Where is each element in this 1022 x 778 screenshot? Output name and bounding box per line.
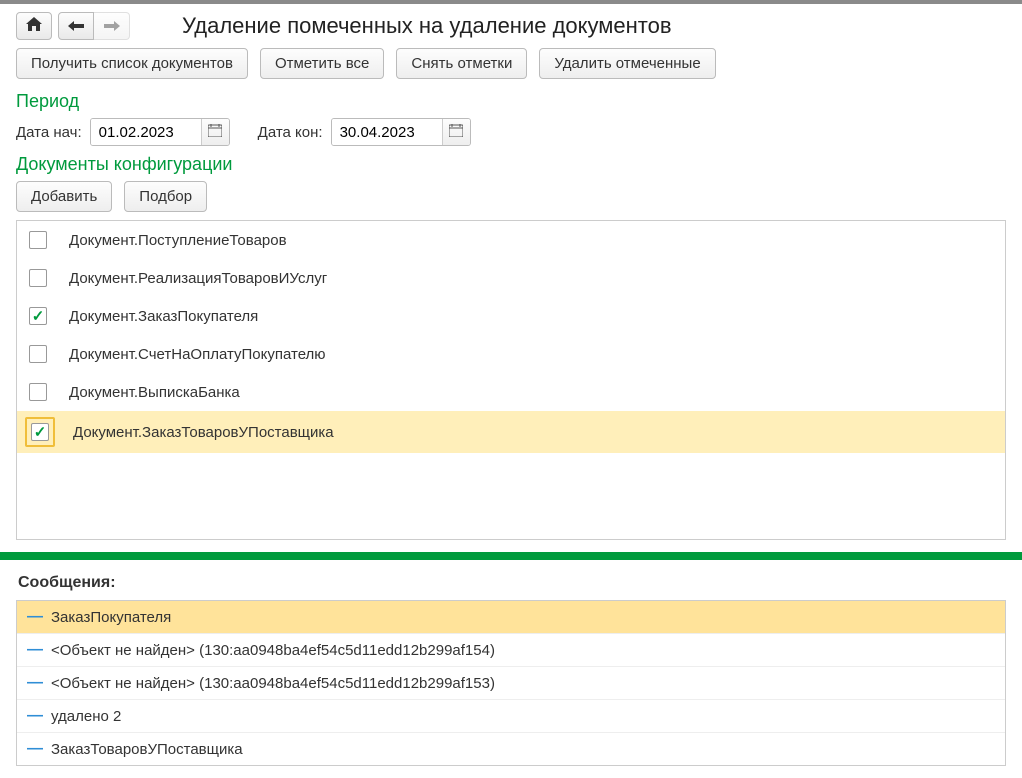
document-label: Документ.СчетНаОплатуПокупателю: [69, 346, 326, 363]
dash-icon: —: [27, 707, 41, 725]
documents-list[interactable]: Документ.ПоступлениеТоваров Документ.Реал…: [16, 220, 1006, 540]
document-label: Документ.ПоступлениеТоваров: [69, 232, 287, 249]
document-row[interactable]: Документ.РеализацияТоваровИУслуг: [17, 259, 1005, 297]
pick-button[interactable]: Подбор: [124, 181, 207, 212]
document-checkbox[interactable]: [29, 307, 47, 325]
message-text: ЗаказТоваровУПоставщика: [51, 741, 243, 758]
checkbox-wrap[interactable]: [25, 417, 55, 447]
home-button[interactable]: [16, 12, 52, 40]
messages-title: Сообщения:: [0, 560, 1022, 600]
period-section-title: Период: [0, 87, 1022, 114]
get-documents-button[interactable]: Получить список документов: [16, 48, 248, 79]
checkbox-wrap[interactable]: [25, 303, 51, 329]
message-row[interactable]: — <Объект не найден> (130:aa0948ba4ef54c5…: [17, 666, 1005, 699]
date-end-picker[interactable]: [442, 119, 470, 145]
date-start-wrap: [90, 118, 230, 146]
panel-divider: [0, 552, 1022, 560]
date-start-picker[interactable]: [201, 119, 229, 145]
delete-marked-button[interactable]: Удалить отмеченные: [539, 48, 715, 79]
date-start-input[interactable]: [91, 119, 201, 145]
mark-all-button[interactable]: Отметить все: [260, 48, 384, 79]
checkbox-wrap[interactable]: [25, 227, 51, 253]
calendar-icon: [208, 124, 222, 140]
arrow-right-icon: [104, 18, 120, 35]
document-checkbox[interactable]: [31, 423, 49, 441]
checkbox-wrap[interactable]: [25, 265, 51, 291]
document-checkbox[interactable]: [29, 383, 47, 401]
home-icon: [26, 17, 42, 35]
arrow-left-icon: [68, 18, 84, 35]
document-row[interactable]: Документ.ВыпискаБанка: [17, 373, 1005, 411]
checkbox-wrap[interactable]: [25, 379, 51, 405]
doc-buttons: Добавить Подбор: [0, 177, 1022, 220]
main-toolbar: Получить список документов Отметить все …: [0, 44, 1022, 87]
message-text: <Объект не найден> (130:aa0948ba4ef54c5d…: [51, 675, 495, 692]
document-row[interactable]: Документ.ЗаказПокупателя: [17, 297, 1005, 335]
checkbox-wrap[interactable]: [25, 341, 51, 367]
document-row[interactable]: Документ.СчетНаОплатуПокупателю: [17, 335, 1005, 373]
document-row[interactable]: Документ.ЗаказТоваровУПоставщика: [17, 411, 1005, 453]
date-start-label: Дата нач:: [16, 124, 82, 141]
message-text: удалено 2: [51, 708, 121, 725]
message-row[interactable]: — <Объект не найден> (130:aa0948ba4ef54c5…: [17, 633, 1005, 666]
document-label: Документ.ЗаказТоваровУПоставщика: [73, 424, 334, 441]
back-button[interactable]: [58, 12, 94, 40]
message-text: ЗаказПокупателя: [51, 609, 171, 626]
message-row[interactable]: — удалено 2: [17, 699, 1005, 732]
dash-icon: —: [27, 740, 41, 758]
date-end-label: Дата кон:: [258, 124, 323, 141]
document-checkbox[interactable]: [29, 345, 47, 363]
dash-icon: —: [27, 608, 41, 626]
period-row: Дата нач: Дата кон:: [0, 114, 1022, 150]
document-label: Документ.ВыпискаБанка: [69, 384, 240, 401]
dash-icon: —: [27, 674, 41, 692]
unmark-button[interactable]: Снять отметки: [396, 48, 527, 79]
date-end-input[interactable]: [332, 119, 442, 145]
page-title: Удаление помеченных на удаление документ…: [182, 13, 672, 39]
message-text: <Объект не найден> (130:aa0948ba4ef54c5d…: [51, 642, 495, 659]
message-row[interactable]: — ЗаказТоваровУПоставщика: [17, 732, 1005, 765]
add-button[interactable]: Добавить: [16, 181, 112, 212]
document-label: Документ.ЗаказПокупателя: [69, 308, 258, 325]
docs-section-title: Документы конфигурации: [0, 150, 1022, 177]
document-row[interactable]: Документ.ПоступлениеТоваров: [17, 221, 1005, 259]
message-row[interactable]: — ЗаказПокупателя: [17, 601, 1005, 633]
nav-buttons: [16, 12, 130, 40]
forward-button[interactable]: [94, 12, 130, 40]
calendar-icon: [449, 124, 463, 140]
dash-icon: —: [27, 641, 41, 659]
document-label: Документ.РеализацияТоваровИУслуг: [69, 270, 327, 287]
document-checkbox[interactable]: [29, 269, 47, 287]
header-row: Удаление помеченных на удаление документ…: [0, 4, 1022, 44]
messages-list[interactable]: — ЗаказПокупателя — <Объект не найден> (130…: [16, 600, 1006, 766]
date-end-wrap: [331, 118, 471, 146]
document-checkbox[interactable]: [29, 231, 47, 249]
